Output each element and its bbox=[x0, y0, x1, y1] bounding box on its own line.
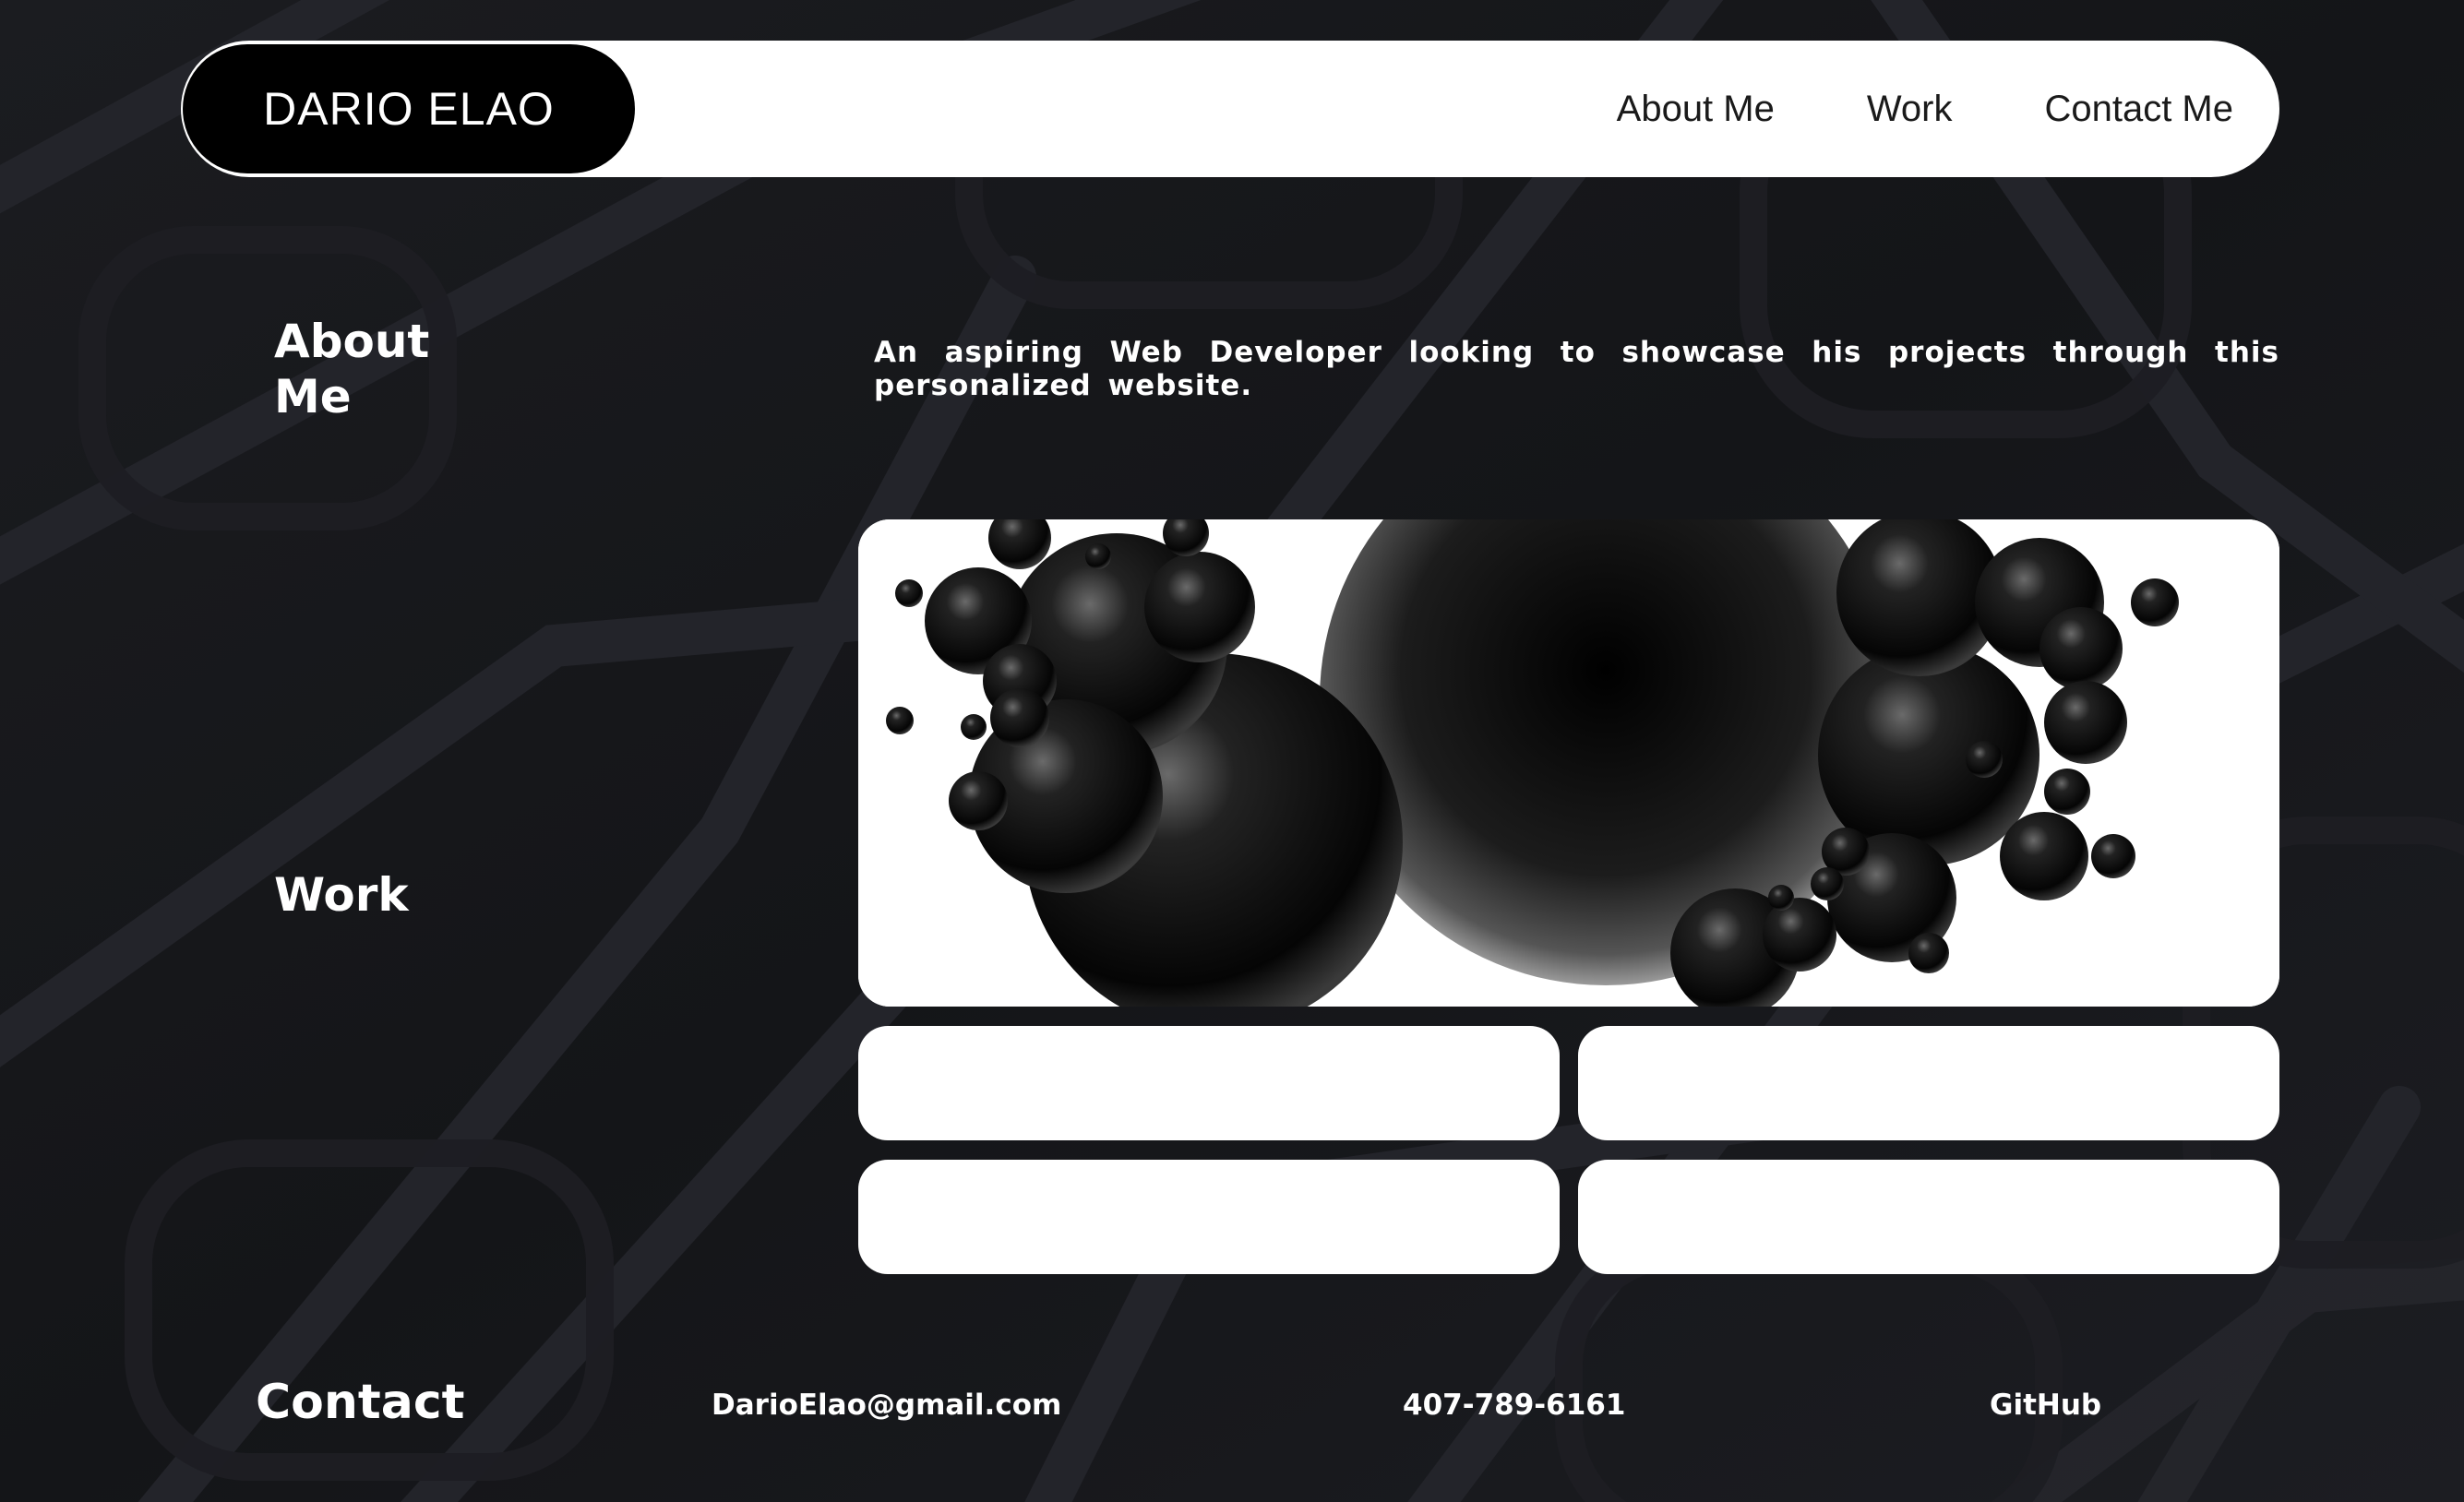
nav-link-about-me[interactable]: About Me bbox=[1617, 89, 1775, 130]
nav-links: About Me Work Contact Me bbox=[1617, 41, 2233, 177]
contact-phone-link[interactable]: 407-789-6161 bbox=[1403, 1389, 1625, 1422]
work-card-2[interactable] bbox=[1578, 1026, 2279, 1140]
work-card-3[interactable] bbox=[858, 1160, 1560, 1274]
nav-link-contact-me[interactable]: Contact Me bbox=[2044, 89, 2233, 130]
about-description: An aspiring Web Developer looking to sho… bbox=[874, 336, 2279, 402]
nav-link-work[interactable]: Work bbox=[1867, 89, 1953, 130]
work-hero-card[interactable] bbox=[858, 519, 2279, 1007]
work-heading: Work bbox=[274, 868, 409, 922]
about-heading: About Me bbox=[274, 315, 430, 423]
portfolio-page: DARIO ELAO About Me Work Contact Me Abou… bbox=[0, 0, 2464, 1502]
contact-heading: Contact bbox=[256, 1375, 465, 1430]
contact-email-link[interactable]: DarioElao@gmail.com bbox=[712, 1389, 1061, 1422]
brand-logo[interactable]: DARIO ELAO bbox=[183, 44, 635, 173]
spheres-image bbox=[858, 519, 2279, 1007]
top-navbar: DARIO ELAO About Me Work Contact Me bbox=[181, 41, 2279, 177]
work-card-1[interactable] bbox=[858, 1026, 1560, 1140]
work-card-4[interactable] bbox=[1578, 1160, 2279, 1274]
contact-github-link[interactable]: GitHub bbox=[1990, 1389, 2101, 1422]
